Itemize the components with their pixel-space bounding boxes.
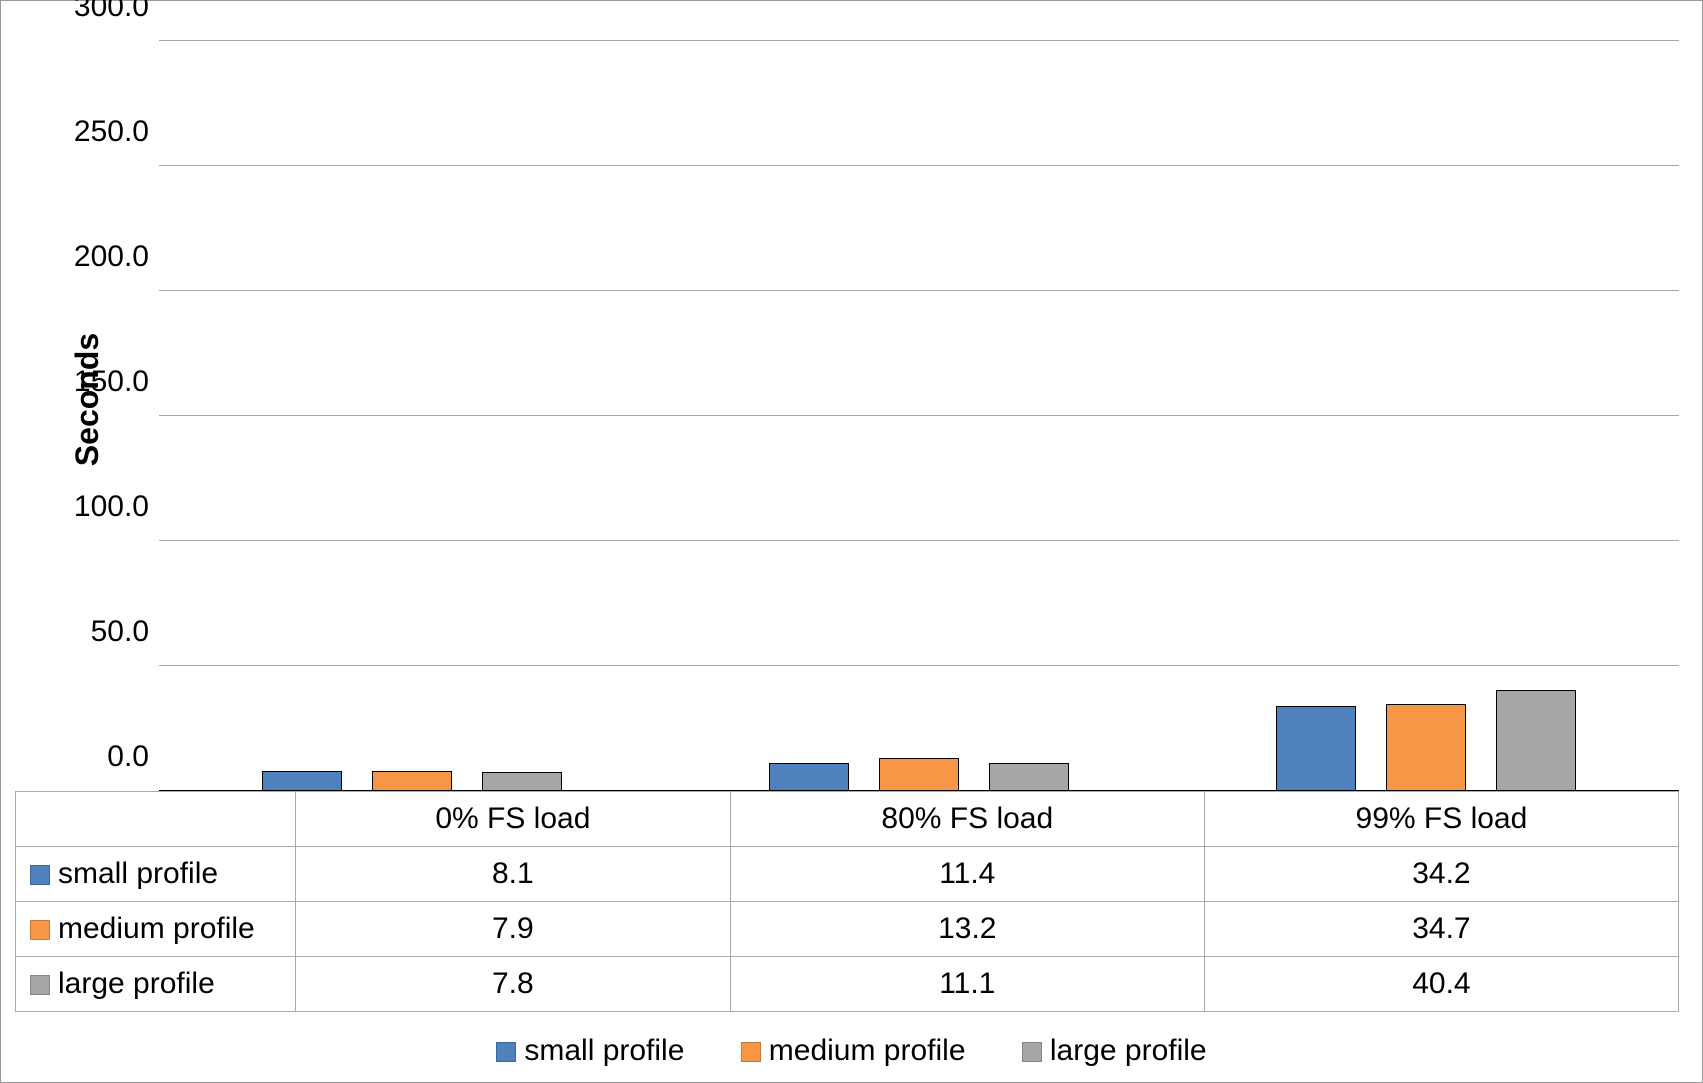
table-row: small profile 8.1 11.4 34.2 [16,847,1679,902]
swatch-icon [741,1042,761,1062]
bar [1276,706,1356,792]
series-row-head: medium profile [16,902,296,957]
table-header-row: 0% FS load 80% FS load 99% FS load [16,792,1679,847]
chart-container: Seconds 0.050.0100.0150.0200.0250.0300.0… [0,0,1703,1083]
data-cell: 11.1 [730,957,1204,1012]
y-tick-label: 0.0 [107,740,149,774]
data-cell: 34.2 [1204,847,1678,902]
y-tick-label: 300.0 [74,0,149,24]
series-row-head: large profile [16,957,296,1012]
swatch-icon [496,1042,516,1062]
series-row-head: small profile [16,847,296,902]
y-tick-label: 100.0 [74,490,149,524]
gridline [159,665,1679,666]
bar [482,772,562,792]
y-axis-label: Seconds [69,333,106,466]
swatch-icon [30,920,50,940]
table-row: medium profile 7.9 13.2 34.7 [16,902,1679,957]
gridline [159,540,1679,541]
legend-label: small profile [524,1034,684,1067]
series-name: small profile [58,857,218,890]
category-header: 0% FS load [296,792,731,847]
bottom-legend: small profile medium profile large profi… [1,1034,1702,1068]
bar [1496,690,1576,791]
data-cell: 34.7 [1204,902,1678,957]
data-table: 0% FS load 80% FS load 99% FS load small… [15,791,1679,1012]
legend-label: large profile [1050,1034,1207,1067]
table-corner-cell [16,792,296,847]
y-tick-label: 50.0 [91,615,149,649]
y-tick-label: 250.0 [74,115,149,149]
bar [1386,704,1466,791]
legend-item: large profile [1022,1034,1207,1068]
swatch-icon [30,865,50,885]
category-group [1172,41,1679,791]
legend-item: medium profile [741,1034,966,1068]
gridline [159,415,1679,416]
data-cell: 7.8 [296,957,731,1012]
category-header: 80% FS load [730,792,1204,847]
legend-label: medium profile [769,1034,966,1067]
series-name: medium profile [58,912,255,945]
gridline [159,165,1679,166]
bar [769,763,849,792]
bars-area [159,41,1679,791]
gridline [159,40,1679,41]
category-group [666,41,1173,791]
category-group [159,41,666,791]
swatch-icon [30,975,50,995]
data-cell: 40.4 [1204,957,1678,1012]
bar [989,763,1069,791]
table-row: large profile 7.8 11.1 40.4 [16,957,1679,1012]
data-cell: 13.2 [730,902,1204,957]
bar [262,771,342,791]
bar [879,758,959,791]
y-tick-label: 200.0 [74,240,149,274]
legend-item: small profile [496,1034,684,1068]
swatch-icon [1022,1042,1042,1062]
category-header: 99% FS load [1204,792,1678,847]
y-tick-label: 150.0 [74,365,149,399]
data-cell: 11.4 [730,847,1204,902]
bar [372,771,452,791]
series-name: large profile [58,967,215,1000]
gridline [159,290,1679,291]
data-cell: 8.1 [296,847,731,902]
plot-region: 0.050.0100.0150.0200.0250.0300.0 [159,41,1679,791]
data-cell: 7.9 [296,902,731,957]
